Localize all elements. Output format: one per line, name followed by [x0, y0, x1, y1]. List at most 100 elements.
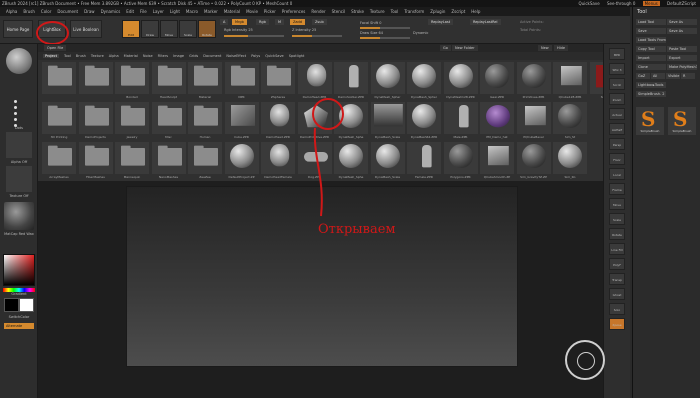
right-shelf-button[interactable]: Line Fill: [609, 243, 625, 255]
right-shelf-button[interactable]: Persp: [609, 138, 625, 150]
tool-palette-button[interactable]: Visible: [666, 73, 680, 79]
menu-item[interactable]: Render: [311, 9, 325, 14]
draw-size-slider[interactable]: [360, 37, 410, 39]
new-folder-button[interactable]: New Folder: [452, 45, 478, 51]
lightbox-item[interactable]: NanoMeshes: [151, 142, 186, 180]
seethrough-slider[interactable]: See-through 0: [607, 1, 635, 6]
lightbox-tab[interactable]: NoiseEffect: [226, 54, 246, 58]
move-button[interactable]: Move: [160, 20, 178, 38]
z-intensity-slider[interactable]: [292, 35, 342, 37]
lightbox-item[interactable]: DynaMesh_Scale: [370, 142, 405, 180]
lightbox-item[interactable]: DynaMesh128.ZPR: [443, 62, 478, 100]
lightbox-item[interactable]: Misc: [151, 102, 186, 140]
lightbox-item[interactable]: DynaMesh_Spher: [370, 62, 405, 100]
lightbox-item[interactable]: Male.ZPR: [443, 102, 478, 140]
lightbox-tab[interactable]: Polys: [251, 54, 260, 58]
tool-palette-button[interactable]: Copy Tool: [636, 46, 666, 52]
menu-item[interactable]: Transform: [404, 9, 424, 14]
menu-item[interactable]: Zscript: [451, 9, 465, 14]
lightbox-item[interactable]: Polygons.ZPR: [443, 142, 478, 180]
lightbox-tab[interactable]: Filters: [158, 54, 169, 58]
default-zscript[interactable]: DefaultZScript: [667, 1, 696, 6]
right-shelf-button[interactable]: PolyF: [609, 258, 625, 270]
texture-thumb[interactable]: [6, 166, 32, 192]
menu-item[interactable]: File: [140, 9, 147, 14]
lightbox-item[interactable]: Sim_GravityTZ.ZP: [516, 142, 551, 180]
lightbox-item[interactable]: Gear.ZPR: [480, 62, 514, 100]
lightbox-tab[interactable]: Texture: [91, 54, 104, 58]
zsub-button[interactable]: Zsub: [312, 19, 327, 25]
menu-item[interactable]: Document: [57, 9, 78, 14]
brush-icon[interactable]: [6, 48, 32, 74]
lightbox-tab[interactable]: Tool: [64, 54, 71, 58]
menu-item[interactable]: Stencil: [332, 9, 346, 14]
dynamic-toggle[interactable]: Dynamic: [413, 31, 428, 35]
lightbox-item[interactable]: FiberMeshes: [78, 142, 113, 180]
tool-palette-button[interactable]: GoZ: [636, 73, 650, 79]
a-chip[interactable]: A: [220, 19, 229, 25]
right-shelf-button[interactable]: SPix 3: [609, 63, 625, 75]
lightbox-item[interactable]: ArrayMeshes: [42, 142, 76, 180]
tool-palette-button[interactable]: Save: [636, 28, 666, 34]
lightbox-tab[interactable]: Brush: [76, 54, 86, 58]
material-sphere-icon[interactable]: [4, 202, 34, 230]
lightbox-item[interactable]: 3D Printing: [42, 102, 76, 140]
lightbox-item[interactable]: Sim_St: [553, 102, 587, 140]
lightbox-item[interactable]: DynaMesh_Sphe: [334, 142, 368, 180]
lightbox-tab[interactable]: QuickSave: [265, 54, 284, 58]
lightbox-tab[interactable]: Alpha: [109, 54, 119, 58]
lightbox-tab[interactable]: Spotlight: [289, 54, 305, 58]
tool-palette-button[interactable]: All: [651, 73, 665, 79]
menu-item[interactable]: Edit: [126, 9, 134, 14]
edit-button[interactable]: Edit: [122, 20, 140, 38]
lightbox-tab[interactable]: Material: [124, 54, 138, 58]
lightbox-item[interactable]: QCube128.ZPR: [553, 62, 587, 100]
lightbox-item[interactable]: Jewelry: [115, 102, 149, 140]
lightbox-tab[interactable]: Project: [43, 54, 59, 58]
lightbox-item[interactable]: Female.ZPR: [407, 142, 441, 180]
right-shelf-button[interactable]: Transp: [609, 273, 625, 285]
lightbox-item[interactable]: [78, 62, 113, 100]
lightbox-item[interactable]: Mannequin: [115, 142, 149, 180]
lightbox-item[interactable]: ZSpheres: [261, 62, 295, 100]
m-button[interactable]: M: [275, 19, 285, 25]
replay-last-rel-button[interactable]: ReplayLastRel: [470, 19, 501, 25]
go-button[interactable]: Go: [440, 45, 451, 51]
tool-palette-button[interactable]: Save As: [667, 19, 697, 25]
lightbox-item[interactable]: DemoHeadFemale: [261, 142, 295, 180]
alternate-button[interactable]: Alternate: [4, 323, 34, 329]
focal-shift-slider[interactable]: [360, 27, 410, 29]
right-shelf-button[interactable]: Xpose: [609, 318, 625, 330]
lightbox-item[interactable]: Material: [188, 62, 222, 100]
lightbox-item[interactable]: Cube.ZPR: [224, 102, 259, 140]
tool-palette-button[interactable]: Load Tools From Project: [636, 37, 666, 43]
menu-item[interactable]: Marker: [204, 9, 218, 14]
right-shelf-button[interactable]: BPR: [609, 48, 625, 60]
menu-item[interactable]: Tool: [391, 9, 399, 14]
scale-button[interactable]: Scale: [179, 20, 197, 38]
lightbox-item[interactable]: PQCubeBevel: [516, 102, 551, 140]
right-shelf-button[interactable]: Zoom: [609, 93, 625, 105]
menu-item[interactable]: Preferences: [282, 9, 306, 14]
tool-palette-button[interactable]: Load Tool: [636, 19, 666, 25]
menu-item[interactable]: Stroke: [351, 9, 364, 14]
lightbox-item[interactable]: Sim_Ro: [553, 142, 587, 180]
lightbox-item[interactable]: Primitives.ZPR: [516, 62, 551, 100]
lightbox-item[interactable]: NPR: [224, 62, 259, 100]
lightbox-item[interactable]: DemoHead.ZPR: [261, 102, 295, 140]
live-boolean-button[interactable]: Live Boolean: [70, 20, 102, 38]
navigation-gizmo[interactable]: [565, 340, 605, 380]
lightbox-item[interactable]: QCubeSmooth.ZP: [480, 142, 514, 180]
menu-item[interactable]: Dynamics: [101, 9, 121, 14]
rgb-button[interactable]: Rgb: [256, 19, 269, 25]
menu-item[interactable]: Draw: [84, 9, 94, 14]
new-button[interactable]: New: [538, 45, 552, 51]
menu-item[interactable]: Material: [224, 9, 240, 14]
menu-item[interactable]: Texture: [370, 9, 385, 14]
lightbox-tab[interactable]: Grids: [189, 54, 198, 58]
draw-button[interactable]: Draw: [141, 20, 159, 38]
right-shelf-button[interactable]: Ghost: [609, 288, 625, 300]
right-shelf-button[interactable]: Rotate: [609, 228, 625, 240]
hide-button[interactable]: Hide: [554, 45, 568, 51]
alpha-thumb[interactable]: [6, 132, 32, 158]
